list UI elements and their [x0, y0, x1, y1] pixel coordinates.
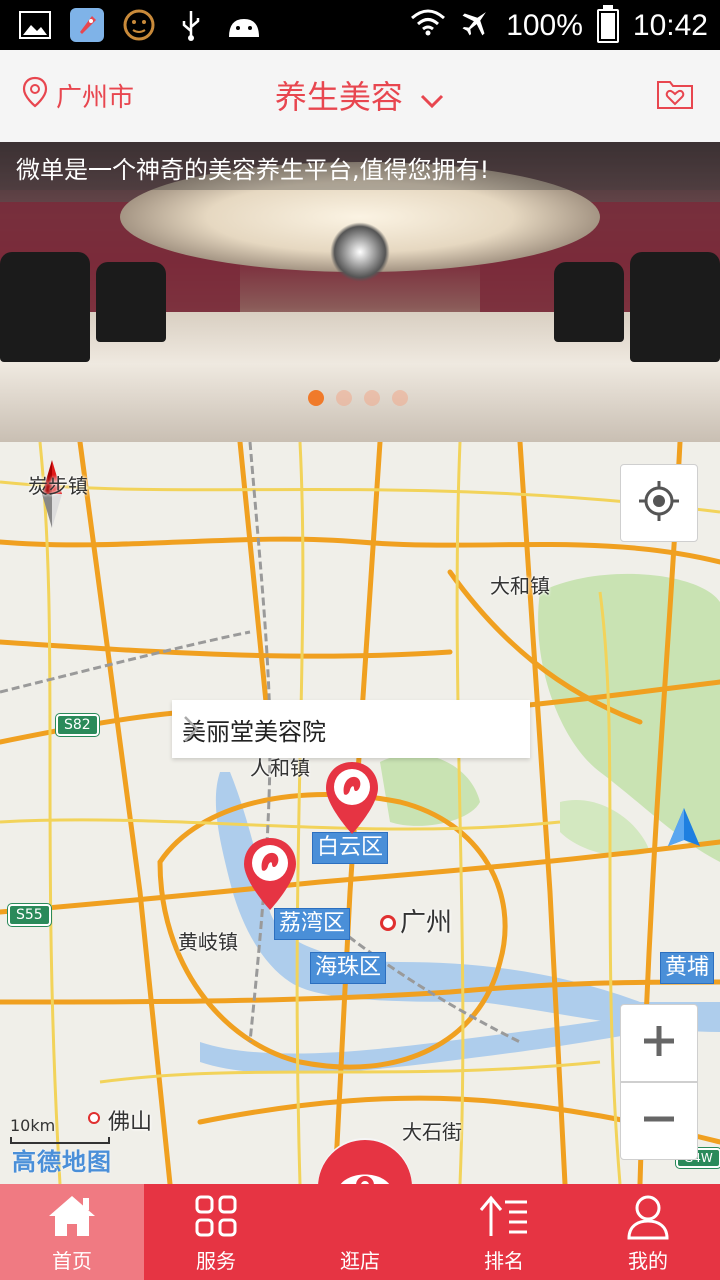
district-label: 白云区 [312, 832, 389, 864]
carousel-dot[interactable] [392, 390, 408, 406]
zoom-out-button[interactable] [620, 1082, 698, 1160]
zoom-in-button[interactable] [620, 1004, 698, 1082]
place-label: 黄岐镇 [178, 930, 238, 954]
district-label: 黄埔 [660, 952, 715, 984]
airplane-mode-icon [460, 6, 492, 46]
battery-percent: 100% [506, 9, 583, 42]
navigation-arrow-icon[interactable] [666, 806, 702, 852]
banner-image-chair [630, 252, 720, 362]
place-label: 炭步镇 [28, 474, 88, 498]
banner-image-chair [96, 262, 166, 342]
highway-shield: S55 [8, 904, 51, 926]
wifi-icon [410, 8, 446, 44]
district-label: 荔湾区 [274, 908, 351, 940]
shop-map-pin[interactable] [242, 836, 298, 912]
map-provider-logo: 高德地图 [12, 1148, 112, 1176]
place-label: 大石街 [402, 1120, 462, 1144]
favorites-button[interactable] [656, 76, 694, 114]
category-title: 养生美容 [274, 78, 403, 116]
bottom-tab-bar: 首页 服务 逛店 排名 我的 [0, 1184, 720, 1280]
tab-profile[interactable]: 我的 [576, 1184, 720, 1280]
tab-services[interactable]: 服务 [144, 1184, 288, 1280]
shop-callout[interactable]: 美丽堂美容院 [172, 700, 530, 758]
place-label: 佛山 [108, 1110, 153, 1135]
carousel-dot[interactable] [336, 390, 352, 406]
heart-folder-icon [656, 81, 694, 114]
carousel-indicator [308, 390, 408, 406]
tab-label: 我的 [628, 1249, 668, 1273]
chevron-down-icon [419, 80, 445, 118]
place-label: 大和镇 [490, 574, 550, 598]
promo-banner[interactable]: 微单是一个神奇的美容养生平台,值得您拥有! [0, 142, 720, 442]
locate-icon [637, 479, 681, 527]
ranking-icon [432, 1194, 576, 1238]
clock: 10:42 [632, 9, 708, 42]
highway-shield: S82 [56, 714, 99, 736]
tab-label: 服务 [196, 1249, 236, 1273]
my-location-button[interactable] [620, 464, 698, 542]
plus-icon [641, 1023, 677, 1063]
tab-home[interactable]: 首页 [0, 1184, 144, 1280]
usb-icon [174, 8, 208, 42]
app-header: 广州市 养生美容 [0, 50, 720, 143]
chevron-right-icon [182, 714, 520, 750]
android-icon [226, 8, 260, 42]
carousel-dot[interactable] [308, 390, 324, 406]
person-icon [576, 1194, 720, 1240]
grid-icon [144, 1194, 288, 1238]
tab-label: 首页 [52, 1249, 92, 1273]
carousel-dot[interactable] [364, 390, 380, 406]
tab-browse[interactable]: 逛店 [288, 1184, 432, 1280]
place-label: 广州 [400, 908, 453, 938]
battery-icon [596, 5, 619, 43]
scale-label: 10km [10, 1116, 56, 1135]
home-icon [0, 1194, 144, 1238]
district-label: 海珠区 [310, 952, 387, 984]
banner-caption: 微单是一个神奇的美容养生平台,值得您拥有! [0, 142, 720, 190]
banner-image-chair [0, 252, 90, 362]
banner-image-chair [554, 262, 624, 342]
emoji-app-icon [122, 8, 156, 42]
category-dropdown[interactable]: 养生美容 [0, 72, 720, 118]
city-marker-icon [380, 915, 396, 931]
banner-image-chandelier [330, 222, 390, 282]
tab-label: 逛店 [340, 1249, 380, 1273]
map-scale: 10km [10, 1116, 110, 1144]
gallery-icon [18, 8, 52, 42]
status-bar: 100% 10:42 [0, 0, 720, 50]
rocket-app-icon [70, 8, 104, 42]
tab-ranking[interactable]: 排名 [432, 1184, 576, 1280]
shop-map-pin[interactable] [324, 760, 380, 836]
map-view[interactable]: 炭步镇 大和镇 人和镇 广州 黄岐镇 佛山 大石街 白云区 荔湾区 海珠区 黄埔… [0, 442, 720, 1184]
minus-icon [641, 1101, 677, 1141]
banner-caption-text: 微单是一个神奇的美容养生平台,值得您拥有! [16, 156, 490, 184]
tab-label: 排名 [484, 1249, 524, 1273]
